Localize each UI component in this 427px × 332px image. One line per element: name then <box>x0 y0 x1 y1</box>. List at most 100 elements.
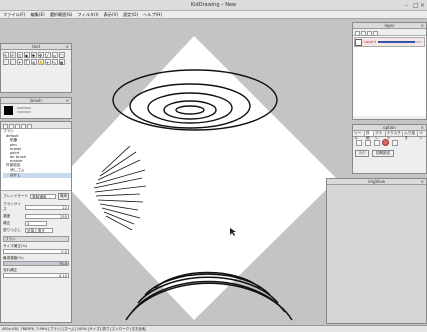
brush-panel-title: brush <box>30 98 42 103</box>
menu-select[interactable]: 選択範囲(S) <box>50 12 73 18</box>
maximize-icon[interactable]: □ <box>413 2 419 9</box>
window-titlebar: KidDrawing – New – □ × <box>0 0 427 11</box>
mode-label: ブレンドモード <box>3 194 29 198</box>
brush-tree-panel: ブラシ default 鉛筆 pen eraser paint air brus… <box>0 121 72 323</box>
drawing-canvas[interactable] <box>60 20 350 325</box>
brush-tree: ブラシ default 鉛筆 pen eraser paint air brus… <box>1 129 71 191</box>
foreground-color-swatch[interactable] <box>4 106 13 115</box>
option-tab[interactable]: ブラシ <box>374 131 386 140</box>
size-field[interactable]: 22 <box>25 204 69 210</box>
folder-icon[interactable] <box>8 123 14 129</box>
tool-panel: tool × ✎ ✐ ◫ ◉ ✺ ✥ ╱ ▭ ◯ ⬚ ◌ ✦ T ⊕ ✋ ⌖ ∿ ▦ <box>0 43 72 93</box>
menu-filter[interactable]: フィルタ(I) <box>77 12 98 18</box>
tool-grid: ✎ ✐ ◫ ◉ ✺ ✥ ╱ ▭ ◯ ⬚ ◌ ✦ T ⊕ ✋ ⌖ ∿ ▦ <box>1 50 71 66</box>
fill-select[interactable]: 近接上書き <box>25 228 53 233</box>
layer-panel-title: layer <box>384 23 395 28</box>
curve-tool-icon[interactable]: ∿ <box>51 58 58 65</box>
option-panel: option × ツール 詳細 ブラシ テクスチャ 入り抜き ペン 適用 初期設定 <box>352 124 427 174</box>
window-title: KidDrawing – New <box>190 2 237 8</box>
menubar: ファイル(F) 編集(E) 選択範囲(S) フィルタ(I) 表示(V) 設定(O… <box>0 11 427 19</box>
delete-layer-icon[interactable] <box>366 30 372 36</box>
delete-icon[interactable] <box>26 123 32 129</box>
section-header: ブラシ <box>3 236 69 242</box>
square-brush-icon[interactable] <box>355 139 362 146</box>
status-bar: 400×430, 7683PX, 7.99% [ブラシ] [ズーム] 100% … <box>0 325 427 332</box>
texture-icon[interactable] <box>391 139 398 146</box>
option-buttons: 適用 初期設定 <box>353 148 426 159</box>
option-tab[interactable]: 入り抜き <box>403 131 419 140</box>
merge-layer-icon[interactable] <box>372 30 378 36</box>
ellipse-tool-icon[interactable]: ◯ <box>58 51 65 58</box>
layer-thumbnail <box>355 38 362 46</box>
grad-tool-icon[interactable]: ▦ <box>58 58 65 65</box>
close-icon[interactable]: × <box>420 2 425 9</box>
copy-layer-icon[interactable] <box>360 30 366 36</box>
color-dot-icon[interactable] <box>382 139 389 146</box>
close-icon[interactable]: × <box>421 23 424 29</box>
menu-settings[interactable]: 設定(O) <box>123 12 138 18</box>
opacity-bar[interactable] <box>378 41 422 43</box>
option-panel-title: option <box>383 125 396 130</box>
slider-field[interactable]: 0.0 <box>3 249 69 254</box>
option-tab[interactable]: ペン <box>418 131 426 140</box>
eraser-tool-icon[interactable]: ◫ <box>16 51 23 58</box>
tree-toolbar <box>1 122 71 129</box>
wand-tool-icon[interactable]: ✦ <box>16 58 23 65</box>
mode-select[interactable]: 常時適用 <box>30 194 56 199</box>
setting-label: ブラシサイズ <box>3 202 21 211</box>
setting-label: 濃度 <box>3 214 11 218</box>
minimize-icon[interactable]: – <box>405 2 408 9</box>
line-tool-icon[interactable]: ╱ <box>44 51 51 58</box>
slider-field[interactable]: 70.0 <box>3 261 69 266</box>
hand-tool-icon[interactable]: ✋ <box>37 58 44 65</box>
lasso-tool-icon[interactable]: ◌ <box>9 58 16 65</box>
new-layer-icon[interactable] <box>354 30 360 36</box>
apply-option-button[interactable]: 適用 <box>355 150 369 157</box>
fill-tool-icon[interactable]: ◉ <box>23 51 30 58</box>
brush-panel: brush × <box>0 97 72 119</box>
folder-icon[interactable] <box>2 123 8 129</box>
menu-edit[interactable]: 編集(E) <box>30 12 44 18</box>
tool-panel-title: tool <box>32 44 40 49</box>
menu-help[interactable]: ヘルプ(H) <box>143 12 162 18</box>
reset-option-button[interactable]: 初期設定 <box>372 150 394 157</box>
image-view-title: imgView <box>367 179 386 184</box>
round-brush-icon[interactable] <box>364 139 371 146</box>
density-field[interactable]: 255 <box>25 214 69 219</box>
layer-row[interactable]: Layer1 <box>354 37 425 47</box>
tree-item[interactable]: ぼかし <box>3 173 71 178</box>
brush-tool-icon[interactable]: ✐ <box>9 51 16 58</box>
image-view-panel: imgView × <box>326 178 427 324</box>
layer-panel: layer × Layer1 <box>352 22 427 120</box>
color-bar[interactable] <box>17 107 31 109</box>
close-icon[interactable]: × <box>421 179 424 185</box>
opacity-fill <box>378 41 416 43</box>
option-tab[interactable]: テクスチャ <box>386 131 404 140</box>
soft-brush-icon[interactable] <box>373 139 380 146</box>
option-tab[interactable]: ツール <box>353 131 365 140</box>
menu-file[interactable]: ファイル(F) <box>3 12 25 18</box>
move-tool-icon[interactable]: ✥ <box>37 51 44 58</box>
select-tool-icon[interactable]: ⬚ <box>2 58 9 65</box>
color-bar[interactable] <box>17 111 31 113</box>
setting-label: 塗りつぶし <box>3 228 22 232</box>
close-icon[interactable]: × <box>66 98 69 104</box>
spray-tool-icon[interactable]: ✺ <box>30 51 37 58</box>
brush-settings: ブレンドモード 常時適用 適用 ブラシサイズ 22 濃度 255 補正 3 塗り… <box>1 191 71 280</box>
correction-select[interactable]: 3 <box>25 221 47 226</box>
zoom-tool-icon[interactable]: ⊕ <box>30 58 37 65</box>
rect-tool-icon[interactable]: ▭ <box>51 51 58 58</box>
slider-field[interactable]: 0.10 <box>3 273 69 278</box>
text-tool-icon[interactable]: T <box>23 58 30 65</box>
close-icon[interactable]: × <box>66 44 69 50</box>
pen-tool-icon[interactable]: ✎ <box>2 51 9 58</box>
picker-tool-icon[interactable]: ⌖ <box>44 58 51 65</box>
apply-button[interactable]: 適用 <box>58 193 69 200</box>
layer-name: Layer1 <box>364 40 377 44</box>
menu-view[interactable]: 表示(V) <box>104 12 119 18</box>
layer-toolbar <box>353 29 426 36</box>
add-icon[interactable] <box>14 123 20 129</box>
option-tab[interactable]: 詳細 <box>364 131 374 140</box>
close-icon[interactable]: × <box>421 125 424 131</box>
copy-icon[interactable] <box>20 123 26 129</box>
